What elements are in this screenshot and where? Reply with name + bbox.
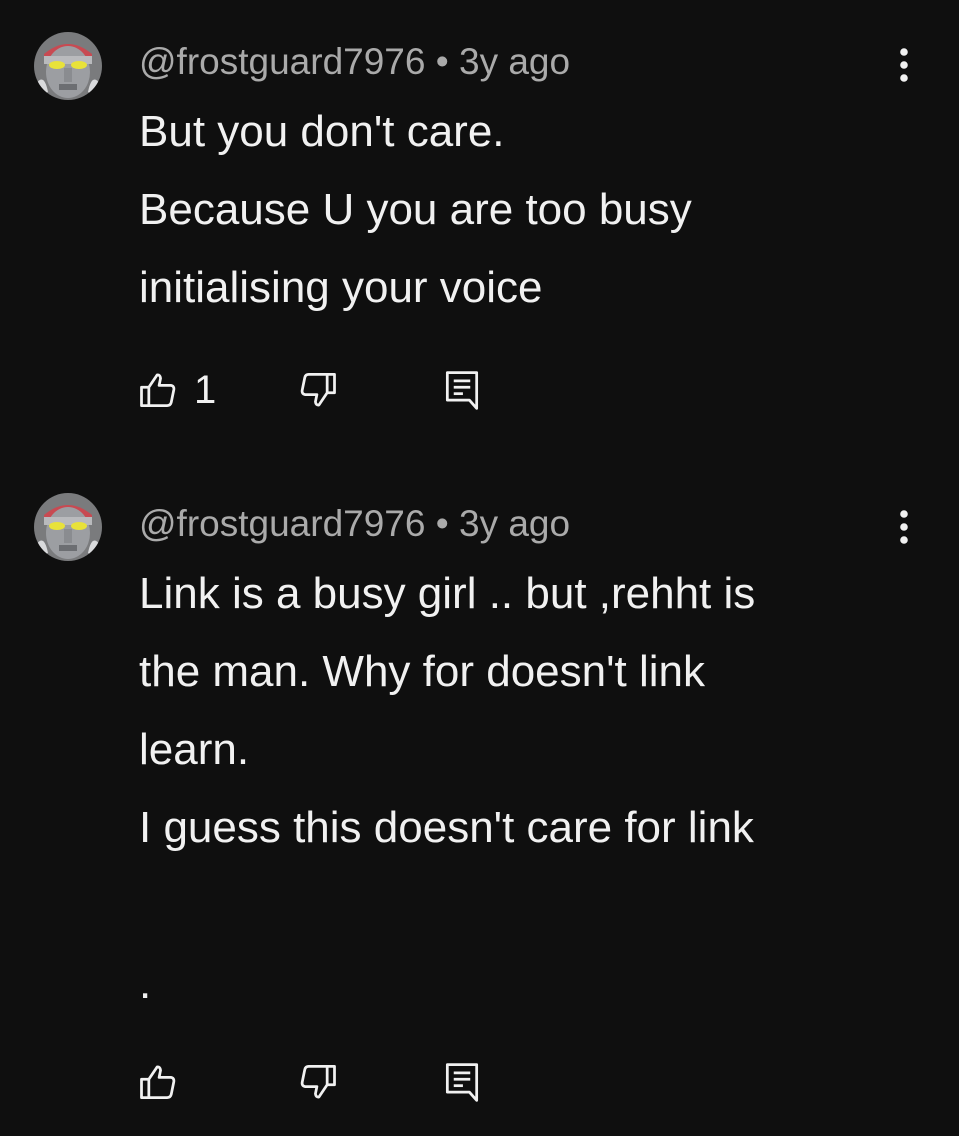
comment-text-line: . [139,959,152,1008]
comment-text: Link is a busy girl .. but ,rehht is the… [139,555,929,1023]
avatar[interactable] [34,493,102,561]
comment-text-line: I guess this doesn't care for link [139,803,754,852]
like-button[interactable]: 1 [136,360,216,420]
comment-meta: @frostguard7976 • 3y ago [139,40,570,84]
avatar-image [34,493,102,561]
reply-icon [445,371,479,410]
meta-separator: • [435,41,449,82]
comment-time[interactable]: 3y ago [459,41,570,82]
comment-text-line: learn. [139,725,250,774]
author-handle[interactable]: @frostguard7976 [139,503,425,544]
more-options-button[interactable] [884,40,924,90]
more-vert-icon [900,510,908,544]
more-options-button[interactable] [884,502,924,552]
comment-text-line: But you don't care. [139,107,505,156]
comment-actions [0,1052,959,1112]
comment-text-line [139,867,929,945]
dislike-button[interactable] [296,360,340,420]
avatar-image [34,32,102,100]
comment-thread-item: @frostguard7976 • 3y ago Link is a busy … [0,460,959,1136]
thumbs-down-icon [300,373,336,407]
reply-button[interactable] [440,1052,484,1112]
like-count: 1 [194,368,217,412]
reply-icon [445,1063,479,1102]
comment-text: But you don't care. Because U you are to… [139,93,929,327]
like-button[interactable] [136,1052,194,1112]
avatar[interactable] [34,32,102,100]
comment-actions: 1 [0,360,959,420]
meta-separator: • [435,503,449,544]
thumbs-up-icon [140,373,176,407]
author-handle[interactable]: @frostguard7976 [139,41,425,82]
thumbs-down-icon [300,1065,336,1099]
thumbs-up-icon [140,1065,176,1099]
comment-text-line: the man. Why for doesn't link [139,647,705,696]
reply-button[interactable] [440,360,484,420]
dislike-button[interactable] [296,1052,340,1112]
comment-text-line: initialising your voice [139,263,543,312]
comment-meta: @frostguard7976 • 3y ago [139,502,570,546]
comment-time[interactable]: 3y ago [459,503,570,544]
comment-thread-item: @frostguard7976 • 3y ago But you don't c… [0,0,959,460]
comment-text-line: Link is a busy girl .. but ,rehht is [139,569,756,618]
more-vert-icon [900,48,908,82]
comment-text-line: Because U you are too busy [139,185,692,234]
